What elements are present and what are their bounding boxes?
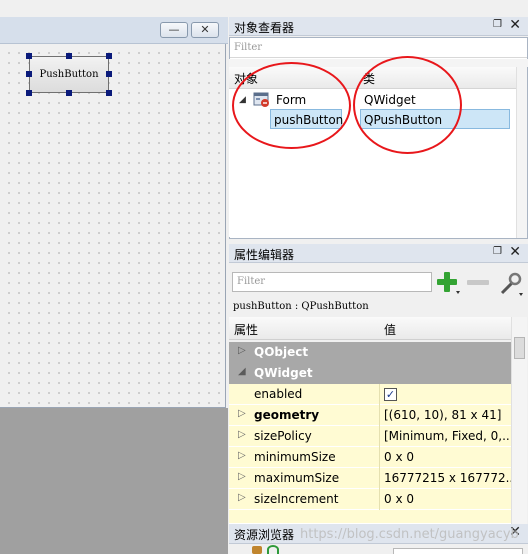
property-value[interactable]: [(610, 10), 81 x 41] bbox=[384, 408, 511, 422]
object-inspector-titlebar: 对象查看器 ❐ ✕ bbox=[229, 17, 528, 36]
property-row-partial bbox=[229, 510, 511, 524]
column-header-value[interactable]: 值 bbox=[384, 321, 396, 338]
form-canvas[interactable]: PushButton bbox=[0, 44, 226, 408]
group-label: QObject bbox=[254, 345, 309, 359]
close-button[interactable]: ✕ bbox=[191, 22, 219, 38]
property-name: sizePolicy bbox=[254, 429, 312, 443]
property-table-header: 属性 值 bbox=[229, 317, 511, 340]
annotation-circle bbox=[353, 56, 462, 154]
column-divider bbox=[379, 447, 380, 468]
property-row-sizeincrement[interactable]: ▷ sizeIncrement 0 x 0 bbox=[229, 489, 511, 510]
minimize-icon: — bbox=[168, 23, 180, 36]
selection-handle[interactable] bbox=[106, 71, 112, 77]
collapsed-arrow-icon[interactable]: ▷ bbox=[238, 450, 246, 461]
object-filter-input[interactable]: Filter bbox=[230, 38, 527, 58]
group-label: QWidget bbox=[254, 366, 313, 380]
close-icon[interactable]: ✕ bbox=[509, 17, 521, 33]
property-group-qobject[interactable]: ▷ QObject bbox=[229, 342, 511, 363]
property-value[interactable]: 0 x 0 bbox=[384, 492, 511, 506]
object-tree-scrollbar[interactable] bbox=[516, 67, 527, 238]
object-inspector-title: 对象查看器 bbox=[234, 21, 295, 35]
collapsed-arrow-icon[interactable]: ▷ bbox=[238, 345, 246, 356]
property-value[interactable]: 0 x 0 bbox=[384, 450, 511, 464]
selection-handle[interactable] bbox=[26, 71, 32, 77]
property-row-maximumsize[interactable]: ▷ maximumSize 16777215 x 167772... bbox=[229, 468, 511, 489]
property-name: maximumSize bbox=[254, 471, 340, 485]
selection-handle[interactable] bbox=[66, 90, 72, 96]
column-divider bbox=[379, 468, 380, 489]
property-name: geometry bbox=[254, 408, 320, 422]
property-editor-subtitle: pushButton : QPushButton bbox=[229, 298, 528, 316]
close-icon[interactable]: ✕ bbox=[509, 244, 521, 260]
column-header-property[interactable]: 属性 bbox=[234, 321, 258, 338]
property-row-sizepolicy[interactable]: ▷ sizePolicy [Minimum, Fixed, 0,... bbox=[229, 426, 511, 447]
configure-icon[interactable] bbox=[498, 271, 524, 297]
scrollbar-thumb[interactable] bbox=[514, 337, 525, 359]
selection-handle[interactable] bbox=[106, 53, 112, 59]
property-row-geometry[interactable]: ▷ geometry [(610, 10), 81 x 41] bbox=[229, 405, 511, 426]
mdi-background bbox=[0, 408, 228, 554]
property-name: enabled bbox=[254, 387, 303, 401]
annotation-circle bbox=[232, 62, 351, 149]
menu-strip bbox=[0, 0, 228, 17]
property-row-minimumsize[interactable]: ▷ minimumSize 0 x 0 bbox=[229, 447, 511, 468]
column-divider bbox=[379, 426, 380, 447]
property-name: minimumSize bbox=[254, 450, 336, 464]
form-window-titlebar: — ✕ bbox=[0, 17, 228, 44]
property-editor-titlebar: 属性编辑器 ❐ ✕ bbox=[229, 244, 528, 263]
collapsed-arrow-icon[interactable]: ▷ bbox=[238, 408, 246, 419]
edit-resources-icon[interactable] bbox=[252, 546, 262, 554]
expanded-arrow-icon[interactable]: ◢ bbox=[238, 366, 246, 377]
property-editor-title: 属性编辑器 bbox=[234, 248, 295, 262]
resource-browser-toolbar bbox=[229, 544, 528, 554]
property-value[interactable]: 16777215 x 167772... bbox=[384, 471, 511, 485]
selection-handle[interactable] bbox=[26, 53, 32, 59]
property-filter-input[interactable]: Filter bbox=[232, 272, 432, 292]
add-property-icon[interactable] bbox=[436, 271, 462, 295]
form-push-button[interactable]: PushButton bbox=[29, 56, 109, 93]
remove-property-icon[interactable] bbox=[466, 278, 492, 288]
minimize-button[interactable]: — bbox=[160, 22, 188, 38]
selection-handle[interactable] bbox=[66, 53, 72, 59]
selection-handle[interactable] bbox=[106, 90, 112, 96]
float-icon[interactable]: ❐ bbox=[493, 246, 502, 257]
resource-filter-input[interactable] bbox=[393, 548, 523, 554]
float-icon[interactable]: ❐ bbox=[493, 19, 502, 30]
property-table-scrollbar[interactable] bbox=[511, 317, 527, 524]
reload-icon[interactable] bbox=[267, 545, 279, 554]
property-group-qwidget[interactable]: ◢ QWidget bbox=[229, 363, 511, 384]
column-divider bbox=[379, 384, 380, 405]
collapsed-arrow-icon[interactable]: ▷ bbox=[238, 471, 246, 482]
resource-browser-title: 资源浏览器 bbox=[234, 528, 295, 542]
collapsed-arrow-icon[interactable]: ▷ bbox=[238, 492, 246, 503]
property-row-enabled[interactable]: enabled ✓ bbox=[229, 384, 511, 405]
watermark: https://blog.csdn.net/guangyacyb bbox=[300, 527, 519, 542]
close-icon: ✕ bbox=[200, 23, 210, 36]
collapsed-arrow-icon[interactable]: ▷ bbox=[238, 429, 246, 440]
selection-handle[interactable] bbox=[26, 90, 32, 96]
property-value[interactable]: [Minimum, Fixed, 0,... bbox=[384, 429, 511, 443]
column-divider bbox=[379, 405, 380, 426]
column-divider bbox=[379, 489, 380, 510]
property-name: sizeIncrement bbox=[254, 492, 339, 506]
enabled-checkbox[interactable]: ✓ bbox=[384, 388, 397, 401]
